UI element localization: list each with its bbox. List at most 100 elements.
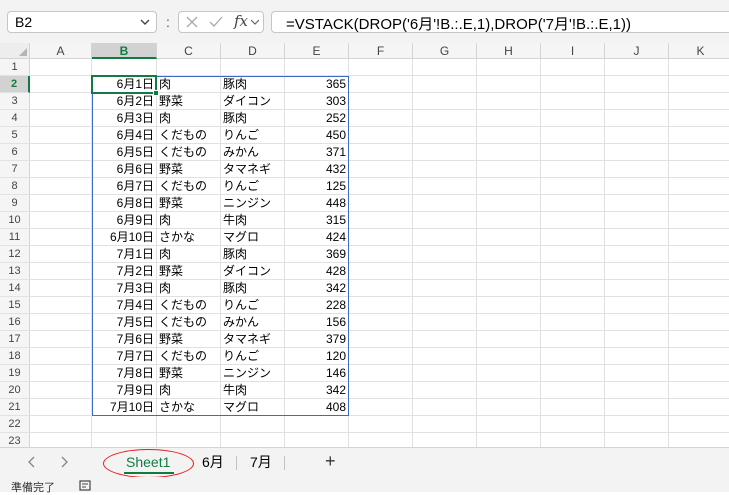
cell-date[interactable]: 6月8日	[92, 195, 157, 212]
cell-date[interactable]: 6月9日	[92, 212, 157, 229]
cell-date[interactable]: 7月1日	[92, 246, 157, 263]
cell-item[interactable]: りんご	[221, 127, 285, 144]
row-header-13[interactable]: 13	[0, 263, 30, 280]
cancel-icon[interactable]	[185, 15, 199, 29]
cell-category[interactable]: 野菜	[157, 263, 221, 280]
cell-amount[interactable]: 252	[285, 110, 349, 127]
cell-amount[interactable]: 408	[285, 399, 349, 416]
add-sheet-button[interactable]: +	[325, 451, 336, 472]
column-header-j[interactable]: J	[605, 43, 669, 59]
cell-category[interactable]: 肉	[157, 280, 221, 297]
row-header-19[interactable]: 19	[0, 365, 30, 382]
cell-date[interactable]: 6月10日	[92, 229, 157, 246]
cell-item[interactable]: 牛肉	[221, 382, 285, 399]
cell-item[interactable]: みかん	[221, 144, 285, 161]
cell-amount[interactable]: 424	[285, 229, 349, 246]
cell-category[interactable]: くだもの	[157, 314, 221, 331]
cell-amount[interactable]: 228	[285, 297, 349, 314]
column-header-a[interactable]: A	[30, 43, 92, 59]
tab-june[interactable]: 6月	[202, 454, 224, 470]
column-header-b[interactable]: B	[92, 43, 157, 59]
column-header-i[interactable]: I	[541, 43, 605, 59]
cell-category[interactable]: くだもの	[157, 127, 221, 144]
column-header-e[interactable]: E	[285, 43, 349, 59]
column-header-f[interactable]: F	[349, 43, 413, 59]
cell-category[interactable]: 野菜	[157, 331, 221, 348]
cell-amount[interactable]: 379	[285, 331, 349, 348]
enter-check-icon[interactable]	[209, 15, 223, 29]
cell-item[interactable]: りんご	[221, 178, 285, 195]
row-header-17[interactable]: 17	[0, 331, 30, 348]
row-header-16[interactable]: 16	[0, 314, 30, 331]
cell-amount[interactable]: 315	[285, 212, 349, 229]
cell-amount[interactable]: 448	[285, 195, 349, 212]
cell-date[interactable]: 7月5日	[92, 314, 157, 331]
cell-item[interactable]: みかん	[221, 314, 285, 331]
cell-amount[interactable]: 428	[285, 263, 349, 280]
row-header-21[interactable]: 21	[0, 399, 30, 416]
column-header-k[interactable]: K	[669, 43, 729, 59]
row-header-23[interactable]: 23	[0, 433, 30, 447]
cell-date[interactable]: 7月2日	[92, 263, 157, 280]
cell-amount[interactable]: 369	[285, 246, 349, 263]
cell-date[interactable]: 7月4日	[92, 297, 157, 314]
cell-date[interactable]: 6月3日	[92, 110, 157, 127]
cell-category[interactable]: 肉	[157, 110, 221, 127]
cell-date[interactable]: 7月8日	[92, 365, 157, 382]
cell-amount[interactable]: 303	[285, 93, 349, 110]
cell-item[interactable]: 豚肉	[221, 246, 285, 263]
row-header-20[interactable]: 20	[0, 382, 30, 399]
cell-category[interactable]: 野菜	[157, 93, 221, 110]
cell-amount[interactable]: 365	[285, 76, 349, 93]
cell-item[interactable]: 豚肉	[221, 280, 285, 297]
worksheet-grid[interactable]: A B C D E F G H I J K 1 2 3 4 5 6 7 8 9 10 11 12 13 14 15 16 17 18 19…	[0, 43, 729, 447]
fill-handle[interactable]	[153, 90, 159, 96]
row-header-12[interactable]: 12	[0, 246, 30, 263]
chevron-left-icon[interactable]	[24, 454, 40, 470]
name-box[interactable]: B2	[7, 11, 157, 33]
cell-amount[interactable]: 146	[285, 365, 349, 382]
cell-category[interactable]: 肉	[157, 246, 221, 263]
cell-amount[interactable]: 432	[285, 161, 349, 178]
cell-date[interactable]: 6月6日	[92, 161, 157, 178]
chevron-down-icon[interactable]	[139, 16, 151, 28]
tab-sheet1[interactable]: Sheet1	[126, 454, 170, 470]
row-header-14[interactable]: 14	[0, 280, 30, 297]
cell-item[interactable]: 豚肉	[221, 110, 285, 127]
cell-date[interactable]: 6月1日	[92, 76, 157, 93]
row-header-4[interactable]: 4	[0, 110, 30, 127]
cell-date[interactable]: 6月2日	[92, 93, 157, 110]
column-header-h[interactable]: H	[477, 43, 541, 59]
cell-category[interactable]: くだもの	[157, 144, 221, 161]
cell-category[interactable]: 野菜	[157, 365, 221, 382]
select-all-button[interactable]	[0, 43, 30, 59]
cell-item[interactable]: 豚肉	[221, 76, 285, 93]
cell-item[interactable]: りんご	[221, 297, 285, 314]
formula-input[interactable]: =VSTACK(DROP('6月'!B.:.E,1),DROP('7月'!B.:…	[271, 11, 729, 33]
row-header-5[interactable]: 5	[0, 127, 30, 144]
cell-date[interactable]: 7月3日	[92, 280, 157, 297]
cell-item[interactable]: ダイコン	[221, 263, 285, 280]
cell-amount[interactable]: 120	[285, 348, 349, 365]
row-header-1[interactable]: 1	[0, 59, 30, 76]
row-header-11[interactable]: 11	[0, 229, 30, 246]
cell-category[interactable]: くだもの	[157, 348, 221, 365]
row-header-9[interactable]: 9	[0, 195, 30, 212]
cell-date[interactable]: 7月9日	[92, 382, 157, 399]
cell-category[interactable]: くだもの	[157, 297, 221, 314]
row-header-15[interactable]: 15	[0, 297, 30, 314]
cell-date[interactable]: 6月5日	[92, 144, 157, 161]
insert-function-button[interactable]: fx	[234, 12, 248, 30]
cell-amount[interactable]: 125	[285, 178, 349, 195]
cell-amount[interactable]: 342	[285, 280, 349, 297]
row-header-18[interactable]: 18	[0, 348, 30, 365]
tab-july[interactable]: 7月	[250, 454, 272, 470]
row-header-7[interactable]: 7	[0, 161, 30, 178]
row-header-3[interactable]: 3	[0, 93, 30, 110]
cell-item[interactable]: ダイコン	[221, 93, 285, 110]
cell-category[interactable]: 肉	[157, 76, 221, 93]
cell-amount[interactable]: 371	[285, 144, 349, 161]
chevron-right-icon[interactable]	[56, 454, 72, 470]
cell-item[interactable]: マグロ	[221, 399, 285, 416]
cell-date[interactable]: 7月6日	[92, 331, 157, 348]
